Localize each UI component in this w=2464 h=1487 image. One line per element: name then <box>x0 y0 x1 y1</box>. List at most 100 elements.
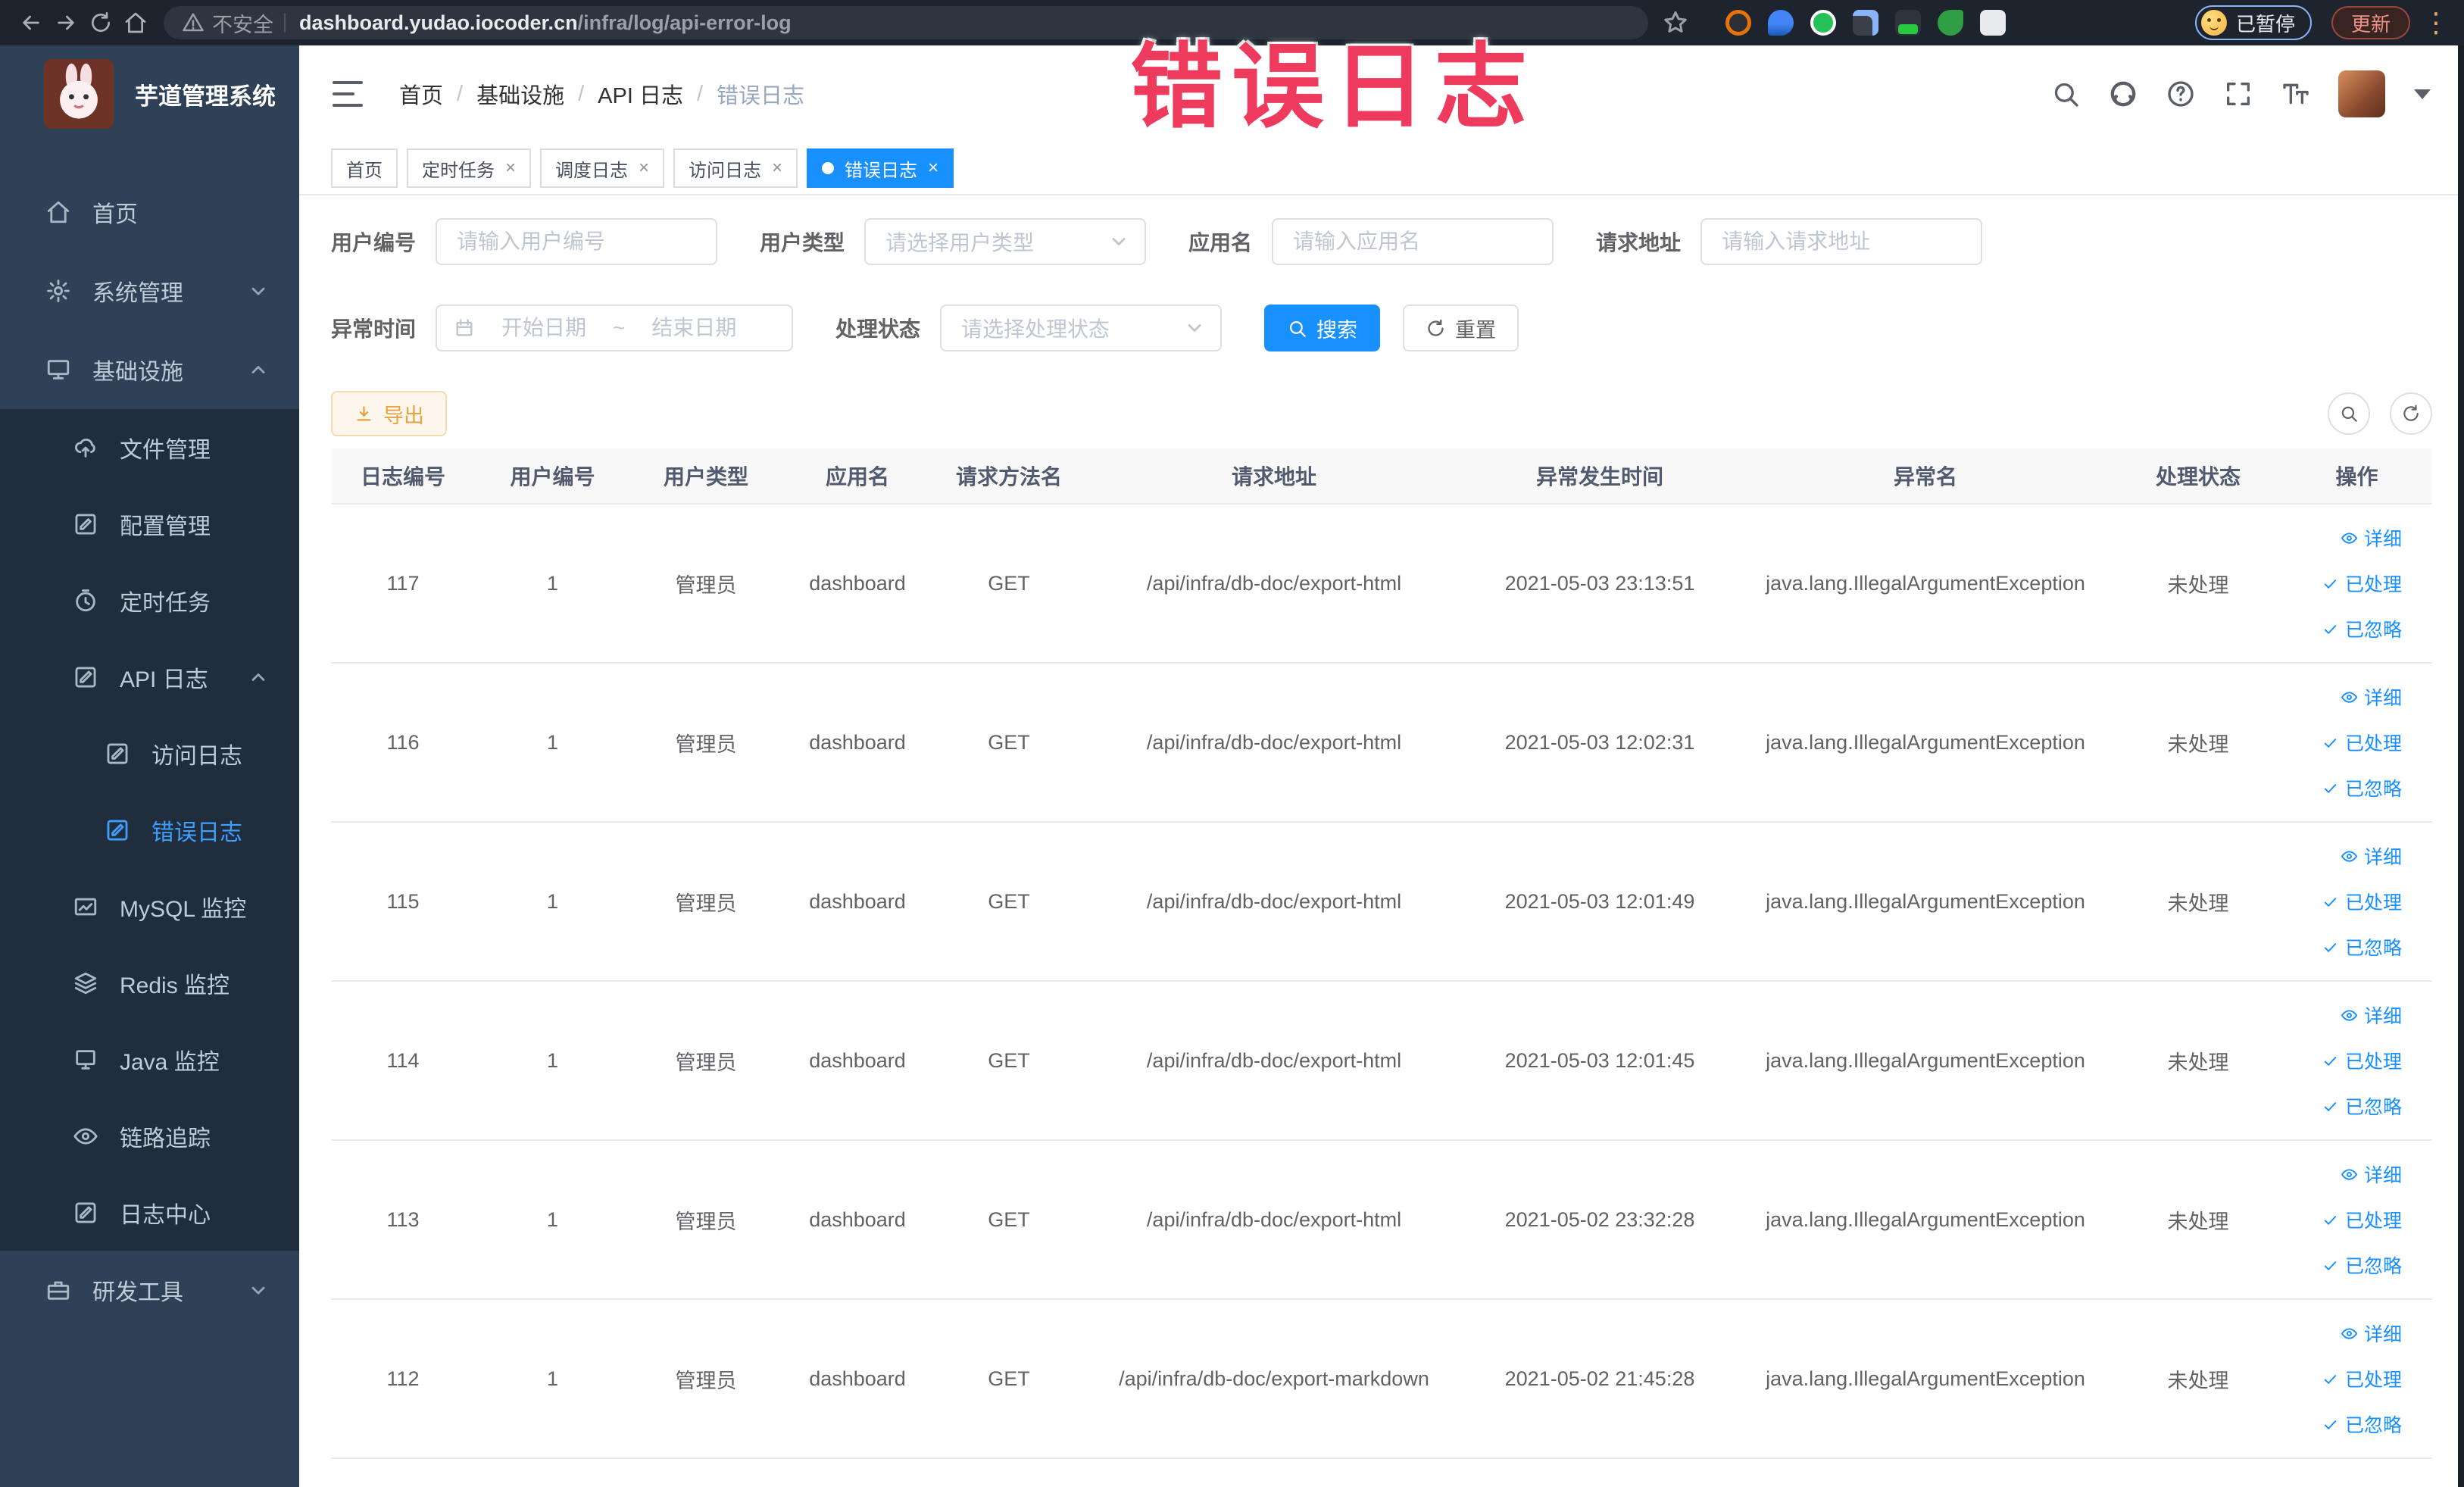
sidebar-item-api-log[interactable]: API 日志 <box>0 639 299 715</box>
tab-schedule-log[interactable]: 调度日志 × <box>540 148 665 188</box>
toggle-search-button[interactable] <box>2328 392 2370 435</box>
tab-close-icon[interactable]: × <box>505 159 516 177</box>
sidebar-item-scheduled-tasks[interactable]: 定时任务 <box>0 562 299 639</box>
end-date-input[interactable] <box>637 316 751 340</box>
extension-icon[interactable] <box>1768 10 1794 36</box>
sidebar-item-infrastructure[interactable]: 基础设施 <box>0 330 299 409</box>
detail-link[interactable]: 详细 <box>2341 842 2402 870</box>
sidebar-item-config-management[interactable]: 配置管理 <box>0 486 299 562</box>
fullscreen-icon[interactable] <box>2223 79 2253 109</box>
font-size-icon[interactable] <box>2281 79 2311 109</box>
process-status-select[interactable]: 请选择处理状态 <box>940 305 1223 351</box>
browser-menu-kebab-icon[interactable]: ⋮ <box>2422 9 2450 36</box>
request-url-input[interactable] <box>1722 230 1962 254</box>
extension-icon[interactable] <box>1895 10 1921 36</box>
extension-icon[interactable] <box>1725 10 1751 36</box>
browser-back-button[interactable] <box>14 5 48 40</box>
cell-url: /api/infra/db-doc/export-html <box>1146 1207 1402 1231</box>
cell-exception: java.lang.IllegalArgumentException <box>1766 1367 2085 1390</box>
help-icon[interactable] <box>2166 79 2196 109</box>
breadcrumb-item[interactable]: API 日志 <box>598 78 683 110</box>
browser-forward-button[interactable] <box>48 5 83 40</box>
sidebar-item-label: 文件管理 <box>120 437 211 463</box>
cell-user-id: 1 <box>546 1048 559 1072</box>
bookmark-star-icon[interactable] <box>1662 9 1689 36</box>
tab-error-log[interactable]: 错误日志 × <box>807 148 954 188</box>
browser-profile-chip[interactable]: 已暂停 <box>2195 5 2313 40</box>
export-button[interactable]: 导出 <box>331 391 447 436</box>
app-logo[interactable]: 芋道管理系统 <box>0 45 299 142</box>
sidebar-item-java-monitor[interactable]: Java 监控 <box>0 1021 299 1098</box>
tab-close-icon[interactable]: × <box>639 159 649 177</box>
sidebar-item-redis-monitor[interactable]: Redis 监控 <box>0 945 299 1021</box>
processed-link[interactable]: 已处理 <box>2322 888 2402 915</box>
hamburger-icon[interactable] <box>333 81 363 107</box>
processed-link[interactable]: 已处理 <box>2322 729 2402 756</box>
github-icon[interactable] <box>2108 79 2138 109</box>
browser-update-button[interactable]: 更新 <box>2331 6 2411 39</box>
action-label: 已处理 <box>2344 733 2402 754</box>
tab-scheduled-tasks[interactable]: 定时任务 × <box>407 148 532 188</box>
user-avatar[interactable] <box>2338 70 2385 117</box>
avatar-dropdown-caret-icon[interactable] <box>2414 89 2431 99</box>
ignored-link[interactable]: 已忽略 <box>2322 1092 2402 1120</box>
user-type-label: 用户类型 <box>760 231 845 255</box>
cell-time: 2021-05-03 12:01:49 <box>1504 889 1695 913</box>
user-type-select[interactable]: 请选择用户类型 <box>864 218 1147 265</box>
browser-home-button[interactable] <box>118 5 153 40</box>
refresh-table-button[interactable] <box>2390 392 2432 435</box>
processed-link[interactable]: 已处理 <box>2322 570 2402 597</box>
sidebar-item-mysql-monitor[interactable]: MySQL 监控 <box>0 868 299 945</box>
cell-time: 2021-05-02 23:32:28 <box>1504 1207 1695 1231</box>
ignored-link[interactable]: 已忽略 <box>2322 933 2402 961</box>
exception-time-range-picker[interactable]: ~ <box>436 305 794 351</box>
app-name-input[interactable] <box>1293 230 1533 254</box>
refresh-icon <box>1426 318 1446 339</box>
sidebar-item-label: 系统管理 <box>92 281 183 306</box>
reset-button[interactable]: 重置 <box>1403 305 1519 351</box>
tab-close-icon[interactable]: × <box>772 159 782 177</box>
tab-access-log[interactable]: 访问日志 × <box>673 148 798 188</box>
tab-close-icon[interactable]: × <box>928 159 938 177</box>
sidebar-item-dev-tools[interactable]: 研发工具 <box>0 1251 299 1329</box>
ignored-link[interactable]: 已忽略 <box>2322 1251 2402 1279</box>
extension-icon[interactable] <box>1853 10 1878 36</box>
ignored-link[interactable]: 已忽略 <box>2322 615 2402 642</box>
search-button[interactable]: 搜索 <box>1264 305 1381 351</box>
tab-home[interactable]: 首页 <box>331 148 398 188</box>
sidebar-item-system-management[interactable]: 系统管理 <box>0 251 299 330</box>
sidebar-item-access-log[interactable]: 访问日志 <box>0 715 299 792</box>
processed-link[interactable]: 已处理 <box>2322 1206 2402 1233</box>
start-date-input[interactable] <box>487 316 601 340</box>
sidebar-item-trace[interactable]: 链路追踪 <box>0 1098 299 1174</box>
detail-link[interactable]: 详细 <box>2341 1320 2402 1347</box>
breadcrumb-item[interactable]: 首页 <box>399 78 443 110</box>
extension-icon[interactable] <box>1938 10 1963 36</box>
detail-link[interactable]: 详细 <box>2341 1001 2402 1029</box>
sidebar-item-error-log[interactable]: 错误日志 <box>0 792 299 868</box>
processed-link[interactable]: 已处理 <box>2322 1047 2402 1074</box>
check-icon <box>2322 734 2339 751</box>
cell-url: /api/infra/db-doc/export-html <box>1146 730 1402 754</box>
processed-link[interactable]: 已处理 <box>2322 1365 2402 1392</box>
extension-icon[interactable] <box>1980 10 2006 36</box>
sidebar-item-label: 日志中心 <box>120 1202 211 1228</box>
user-id-input[interactable] <box>457 230 697 254</box>
detail-link[interactable]: 详细 <box>2341 1161 2402 1188</box>
sidebar-item-file-management[interactable]: 文件管理 <box>0 409 299 486</box>
search-icon[interactable] <box>2050 79 2081 109</box>
detail-link[interactable]: 详细 <box>2341 683 2402 711</box>
extension-icon[interactable] <box>1810 10 1836 36</box>
cell-exception: java.lang.IllegalArgumentException <box>1766 730 2085 754</box>
ignored-link[interactable]: 已忽略 <box>2322 774 2402 801</box>
detail-link[interactable]: 详细 <box>2341 524 2402 551</box>
overlay-annotation-title: 错误日志 <box>1130 36 1536 139</box>
sidebar-item-log-center[interactable]: 日志中心 <box>0 1174 299 1251</box>
ignored-link[interactable]: 已忽略 <box>2322 1410 2402 1438</box>
cell-actions: 详细已处理已忽略 <box>2281 1161 2432 1279</box>
home-icon <box>123 11 148 35</box>
browser-reload-button[interactable] <box>83 5 118 40</box>
breadcrumb-item[interactable]: 基础设施 <box>476 78 564 110</box>
cell-user-id: 1 <box>546 1207 559 1231</box>
sidebar-item-home[interactable]: 首页 <box>0 173 299 251</box>
